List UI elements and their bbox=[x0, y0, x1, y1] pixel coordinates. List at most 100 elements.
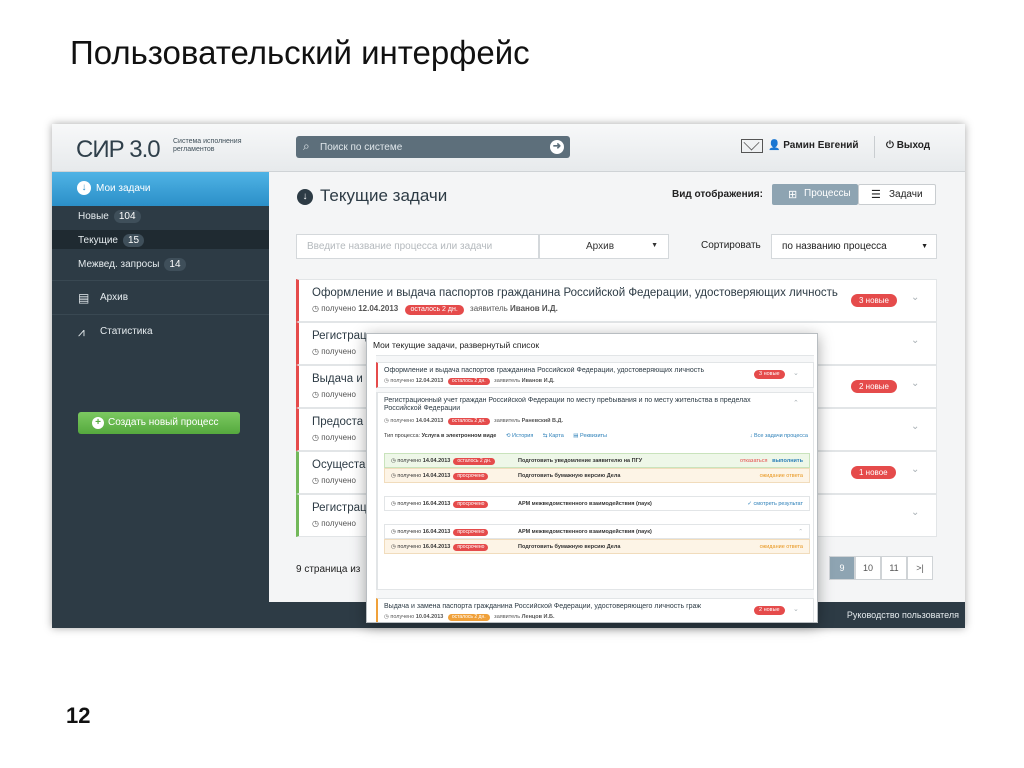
task-meta: ◷ получено 14.04.2013 осталось 2 дн. зая… bbox=[384, 418, 563, 425]
chevron-down-icon[interactable]: ⌄ bbox=[911, 464, 919, 475]
decline-button[interactable]: отказаться bbox=[740, 458, 768, 464]
clock-icon: ◷ bbox=[312, 390, 319, 399]
chevron-up-icon[interactable]: ⌃ bbox=[793, 399, 799, 407]
map-label: Карта bbox=[549, 433, 564, 439]
arrow-down-icon: ↓ bbox=[749, 433, 753, 439]
user-guide-link[interactable]: Руководство пользователя bbox=[847, 610, 959, 620]
process-type-label: Тип процесса: bbox=[384, 433, 421, 439]
process-step[interactable]: ◷ получено 16.04.2013 просрочено Подготов… bbox=[384, 539, 810, 554]
process-step[interactable]: ◷ получено 16.04.2013 просрочено АРМ межв… bbox=[384, 496, 810, 511]
count-badge: 14 bbox=[164, 258, 186, 271]
clock-icon: ◷ bbox=[391, 529, 396, 535]
received-label: получено bbox=[397, 544, 422, 550]
last-page-button[interactable]: >| bbox=[907, 556, 933, 580]
sidebar-item-label: Статистика bbox=[100, 326, 153, 337]
logout-button[interactable]: ⏻ Выход bbox=[886, 140, 930, 151]
create-process-button[interactable]: + Создать новый процесс bbox=[78, 412, 240, 434]
logo[interactable]: СИР 3.0 bbox=[76, 136, 161, 164]
mail-icon[interactable] bbox=[741, 139, 763, 153]
archive-select-value: Архив bbox=[586, 241, 615, 252]
task-title: Оформление и выдача паспортов гражданина… bbox=[312, 287, 838, 299]
count-badge: 104 bbox=[113, 210, 141, 223]
chevron-down-icon[interactable]: ⌄ bbox=[911, 507, 919, 518]
deadline-badge: осталось 2 дн. bbox=[447, 614, 490, 621]
applicant-label: заявитель bbox=[470, 304, 508, 313]
process-step[interactable]: ◷ получено 14.04.2013 осталось 2 дн. Подг… bbox=[384, 453, 810, 468]
sidebar-item-label: Межвед. запросы bbox=[78, 259, 160, 270]
user-menu[interactable]: 👤 Рамин Евгений bbox=[768, 140, 859, 151]
sidebar-item-statistics[interactable]: ⩘ Статистика bbox=[52, 314, 269, 348]
chevron-down-icon[interactable]: ⌄ bbox=[911, 335, 919, 346]
user-name: Рамин Евгений bbox=[783, 140, 859, 151]
received-label: получено bbox=[321, 433, 356, 442]
archive-icon: ▤ bbox=[78, 291, 90, 305]
status-badge: просрочено bbox=[453, 544, 489, 551]
status-badge: просрочено bbox=[453, 529, 489, 536]
new-count-badge: 2 новые bbox=[851, 380, 897, 393]
requisites-label: Реквизиты bbox=[580, 433, 607, 439]
view-processes-label: Процессы bbox=[804, 188, 851, 199]
chevron-down-icon[interactable]: ⌄ bbox=[793, 605, 799, 613]
process-step[interactable]: ◷ получено 16.04.2013 просрочено АРМ межв… bbox=[384, 524, 810, 539]
chart-icon: ⩘ bbox=[78, 325, 85, 339]
status-badge: просрочено bbox=[453, 473, 489, 480]
step-meta: ◷ получено 14.04.2013 осталось 2 дн. bbox=[391, 458, 498, 465]
all-tasks-label: Все задачи процесса bbox=[753, 433, 808, 439]
chevron-down-icon[interactable]: ⌄ bbox=[793, 369, 799, 377]
applicant-label: заявитель bbox=[494, 378, 521, 384]
sort-select[interactable]: по названию процесса ▼ bbox=[771, 234, 937, 259]
sidebar-item-label: Новые bbox=[78, 211, 109, 222]
applicant-label: заявитель bbox=[494, 418, 521, 424]
filter-input[interactable] bbox=[296, 234, 539, 259]
task-row[interactable]: Оформление и выдача паспортов гражданина… bbox=[296, 279, 937, 322]
sidebar-item-new[interactable]: Новые 104 bbox=[52, 206, 269, 225]
all-tasks-link[interactable]: ↓ Все задачи процесса bbox=[750, 433, 808, 439]
received-date: 16.04.2013 bbox=[422, 501, 451, 507]
download-circle-icon: ↓ bbox=[297, 189, 313, 205]
sidebar-item-my-tasks[interactable]: ↓ Мои задачи bbox=[52, 172, 269, 206]
search-input[interactable] bbox=[320, 139, 530, 155]
complete-button[interactable]: выполнить bbox=[772, 458, 803, 464]
chevron-down-icon[interactable]: ⌄ bbox=[911, 378, 919, 389]
search-submit-icon[interactable]: ➜ bbox=[550, 140, 564, 154]
history-link[interactable]: ⟲ История bbox=[506, 433, 533, 439]
popup-task-row[interactable]: Выдача и замена паспорта гражданина Росс… bbox=[376, 598, 814, 622]
view-tasks-button[interactable]: ☰ Задачи bbox=[858, 184, 936, 205]
plus-icon: + bbox=[92, 417, 104, 429]
logo-subtitle: Система исполнения регламентов bbox=[173, 138, 242, 153]
requisites-link[interactable]: ▤ Реквизиты bbox=[573, 433, 607, 439]
task-meta: ◷ получено bbox=[312, 476, 356, 485]
chevron-down-icon[interactable]: ⌄ bbox=[911, 421, 919, 432]
deadline-badge: осталось 2 дн. bbox=[447, 418, 490, 425]
received-label: получено bbox=[390, 614, 415, 620]
popup-task-row[interactable]: Оформление и выдача паспортов гражданина… bbox=[376, 362, 814, 388]
search-box: ⌕ ➜ bbox=[296, 136, 570, 158]
task-title: Регистрационный учет граждан Российской … bbox=[384, 397, 751, 412]
view-result-link[interactable]: ✓ смотреть результат bbox=[747, 501, 803, 507]
task-meta: ◷ получено bbox=[312, 519, 356, 528]
map-link[interactable]: ⇆ Карта bbox=[543, 433, 564, 439]
applicant-label: заявитель bbox=[494, 614, 521, 620]
sidebar-item-interdepartmental[interactable]: Межвед. запросы 14 bbox=[52, 254, 269, 273]
status-badge: просрочено bbox=[453, 501, 489, 508]
sidebar-item-current[interactable]: Текущие 15 bbox=[52, 230, 269, 249]
sidebar-item-archive[interactable]: ▤ Архив bbox=[52, 280, 269, 314]
task-meta: ◷ получено bbox=[312, 433, 356, 442]
chevron-up-icon[interactable]: ⌃ bbox=[798, 529, 803, 535]
popup-body: Оформление и выдача паспортов гражданина… bbox=[376, 355, 814, 622]
process-step[interactable]: ◷ получено 14.04.2013 просрочено Подготов… bbox=[384, 468, 810, 483]
page-9[interactable]: 9 bbox=[829, 556, 855, 580]
page-10[interactable]: 10 bbox=[855, 556, 881, 580]
clock-icon: ◷ bbox=[391, 544, 396, 550]
chevron-down-icon[interactable]: ⌄ bbox=[911, 292, 919, 303]
archive-select[interactable]: Архив ▼ bbox=[539, 234, 669, 259]
applicant-name: Иванов И.Д. bbox=[510, 304, 558, 313]
step-meta: ◷ получено 16.04.2013 просрочено bbox=[391, 501, 491, 508]
received-date: 12.04.2013 bbox=[358, 304, 399, 313]
document-icon: ▤ bbox=[573, 433, 579, 439]
view-processes-button[interactable]: ⊞ Процессы bbox=[772, 184, 858, 205]
page-11[interactable]: 11 bbox=[881, 556, 907, 580]
received-label: получено bbox=[397, 458, 422, 464]
sidebar: ↓ Мои задачи Новые 104 Текущие 15 Межвед. … bbox=[52, 172, 269, 628]
view-result-label: смотреть результат bbox=[753, 501, 803, 507]
